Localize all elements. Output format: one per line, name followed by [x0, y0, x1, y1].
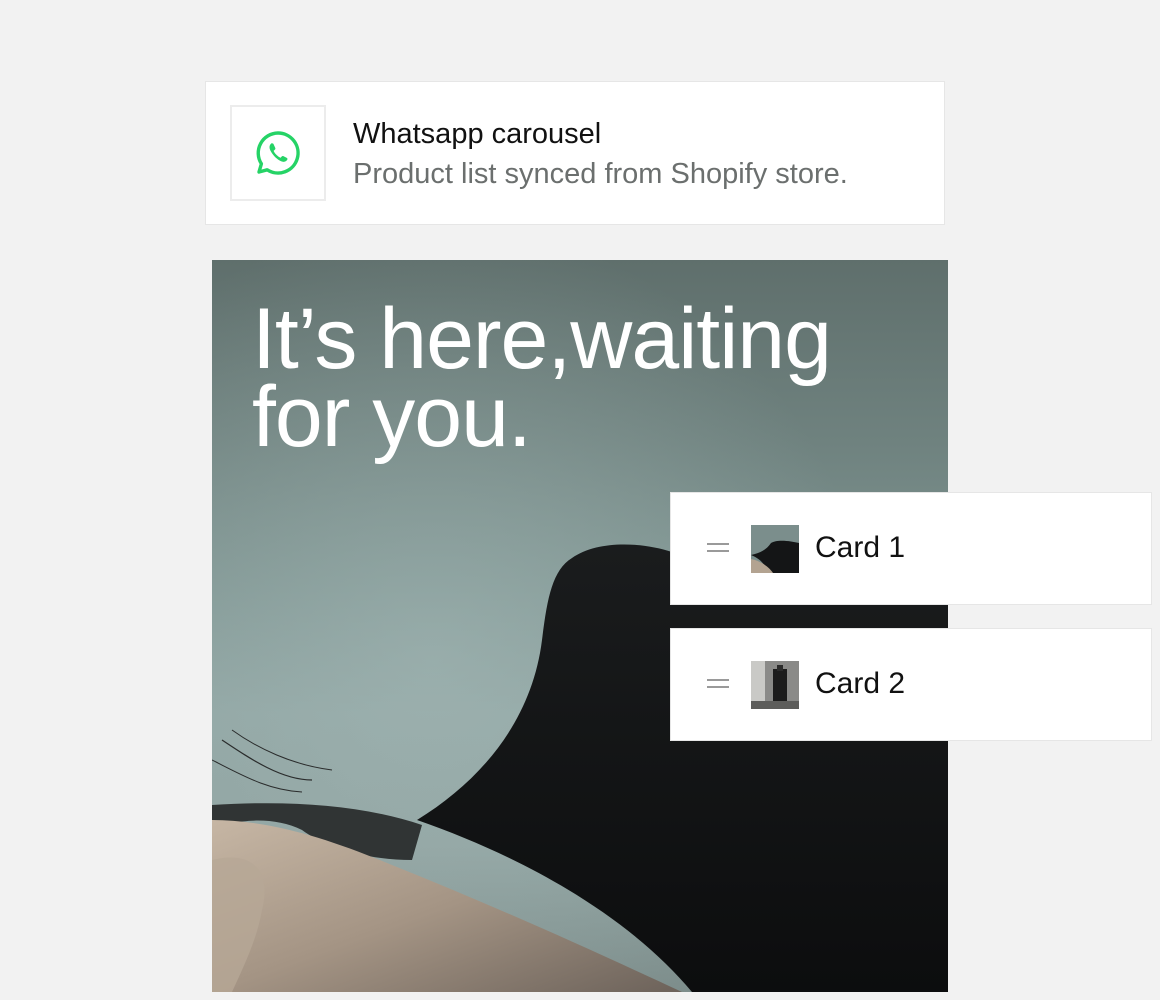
header-title: Whatsapp carousel	[353, 118, 602, 150]
card-label: Card 2	[815, 667, 906, 700]
carousel-card-row[interactable]: Card 1	[670, 492, 1152, 605]
whatsapp-carousel-header: Whatsapp carousel Product list synced fr…	[205, 81, 945, 225]
card-thumbnail	[751, 525, 799, 573]
header-subtitle: Product list synced from Shopify store.	[353, 158, 848, 190]
card-label: Card 1	[815, 531, 906, 564]
drag-handle-icon[interactable]	[707, 541, 729, 553]
hero-headline: It’s here,waiting for you.	[252, 291, 832, 465]
carousel-card-row[interactable]: Card 2	[670, 628, 1152, 741]
drag-handle-icon[interactable]	[707, 677, 729, 689]
carousel-hero-image: It’s here,waiting for you.	[212, 260, 948, 992]
whatsapp-icon	[230, 105, 326, 201]
card-thumbnail	[751, 661, 799, 709]
